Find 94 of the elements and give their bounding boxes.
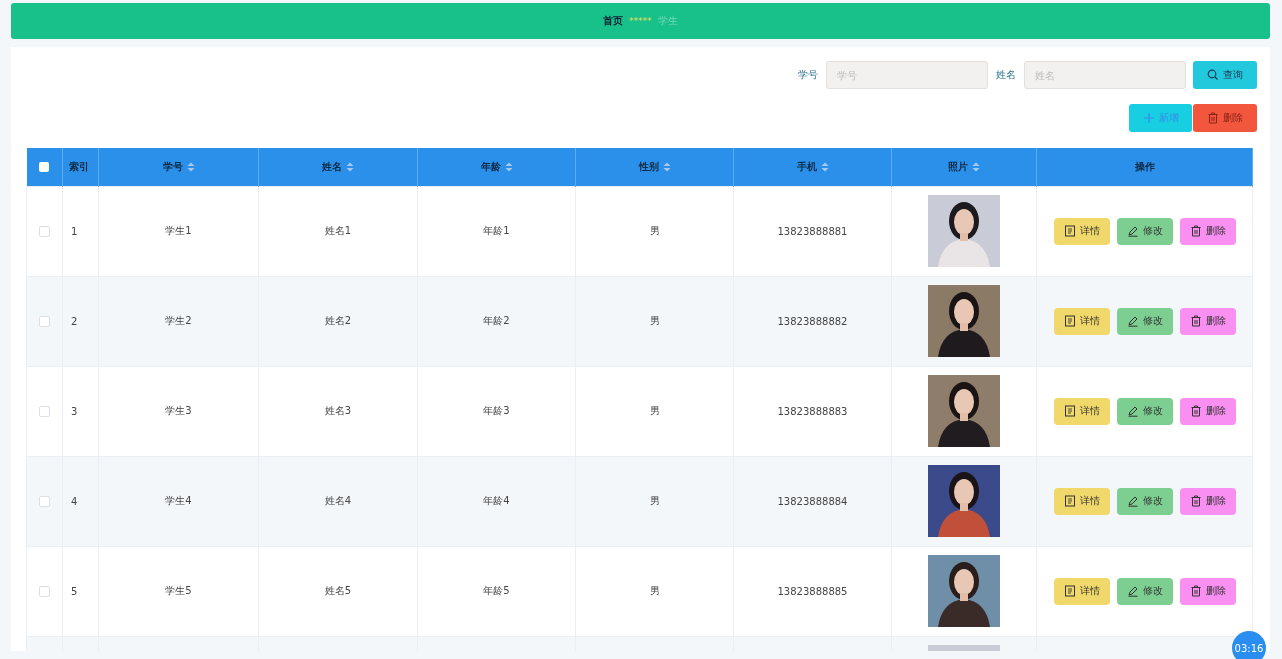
table-cell: 姓名2 bbox=[324, 315, 352, 326]
edit-button[interactable]: 修改 bbox=[1116, 577, 1173, 605]
table-cell: 男 bbox=[649, 495, 660, 506]
detail-button[interactable]: 详情 bbox=[1053, 397, 1110, 425]
edit-button[interactable]: 修改 bbox=[1116, 307, 1173, 335]
table-cell: 男 bbox=[649, 225, 660, 236]
checkbox[interactable] bbox=[39, 585, 50, 597]
column-header: 照片 bbox=[948, 160, 968, 172]
header-cell[interactable]: 年龄 bbox=[417, 148, 576, 186]
detail-button[interactable]: 详情 bbox=[1053, 487, 1110, 515]
column-header: 操作 bbox=[1134, 160, 1155, 172]
table-cell: 学生5 bbox=[165, 585, 192, 596]
table-cell: 年龄2 bbox=[483, 315, 510, 326]
field-label: 学号 bbox=[798, 68, 818, 82]
pencil-icon bbox=[1126, 585, 1139, 597]
document-icon bbox=[1063, 315, 1076, 327]
document-icon bbox=[1063, 405, 1076, 417]
checkbox[interactable] bbox=[39, 162, 50, 173]
document-icon bbox=[1063, 585, 1076, 597]
header-cell[interactable]: 学号 bbox=[98, 148, 259, 186]
table-cell: 男 bbox=[649, 585, 660, 596]
delete-button[interactable]: 删除 bbox=[1179, 577, 1236, 605]
edit-button[interactable]: 修改 bbox=[1116, 217, 1173, 245]
table-cell: 13823888884 bbox=[777, 495, 848, 507]
checkbox[interactable] bbox=[39, 405, 50, 417]
table-cell: 13823888882 bbox=[777, 315, 848, 327]
header-cell[interactable]: 姓名 bbox=[258, 148, 418, 186]
table-cell: 2 bbox=[71, 315, 78, 327]
search-icon bbox=[1207, 69, 1219, 81]
table-cell: 13823888881 bbox=[777, 225, 848, 237]
trash-icon bbox=[1207, 112, 1219, 124]
table-cell: 年龄4 bbox=[483, 495, 510, 506]
column-header: 年龄 bbox=[480, 160, 501, 172]
table-cell: 1 bbox=[71, 225, 78, 237]
table-cell: 姓名3 bbox=[324, 405, 352, 416]
checkbox[interactable] bbox=[39, 315, 50, 327]
detail-button[interactable]: 详情 bbox=[1053, 307, 1110, 335]
table-cell: 姓名1 bbox=[324, 225, 352, 236]
sort-icon bbox=[820, 161, 829, 172]
field-label: 姓名 bbox=[996, 68, 1016, 82]
table-cell: 5 bbox=[71, 585, 78, 597]
plus-icon bbox=[1142, 112, 1155, 124]
detail-button[interactable]: 详情 bbox=[1053, 217, 1110, 245]
column-header: 学号 bbox=[162, 160, 183, 172]
pencil-icon bbox=[1126, 315, 1139, 327]
table-cell: 姓名5 bbox=[324, 585, 352, 596]
trash-icon bbox=[1189, 585, 1202, 597]
delete-button[interactable]: 删除 bbox=[1179, 397, 1236, 425]
header-cell[interactable]: 手机 bbox=[733, 148, 892, 186]
header-cell[interactable]: 照片 bbox=[891, 148, 1037, 186]
pencil-icon bbox=[1126, 405, 1139, 417]
table-cell: 学生3 bbox=[165, 405, 192, 416]
table-cell: 年龄5 bbox=[483, 585, 510, 596]
table-cell: 年龄1 bbox=[483, 225, 510, 236]
edit-button[interactable]: 修改 bbox=[1116, 397, 1173, 425]
sort-icon bbox=[186, 161, 195, 172]
pencil-icon bbox=[1126, 495, 1139, 507]
trash-icon bbox=[1189, 315, 1202, 327]
trash-icon bbox=[1189, 405, 1202, 417]
table-cell: 3 bbox=[71, 405, 78, 417]
sort-icon bbox=[662, 161, 671, 172]
breadcrumb-item: 首页 bbox=[603, 14, 624, 28]
document-icon bbox=[1063, 495, 1076, 507]
sort-icon bbox=[972, 161, 980, 172]
pencil-icon bbox=[1126, 225, 1139, 237]
column-header: 性别 bbox=[638, 160, 659, 172]
delete-button[interactable]: 删除 bbox=[1179, 487, 1236, 515]
column-header: 索引 bbox=[69, 160, 89, 172]
table-cell: 男 bbox=[649, 405, 660, 416]
search-button[interactable]: 查询 bbox=[1193, 61, 1257, 89]
detail-button[interactable]: 详情 bbox=[1053, 577, 1110, 605]
table-cell: 4 bbox=[71, 495, 78, 507]
column-header: 手机 bbox=[796, 160, 817, 172]
table-cell: 13823888883 bbox=[777, 405, 848, 417]
table-cell: 年龄3 bbox=[483, 405, 510, 416]
delete-button[interactable]: 删除 bbox=[1179, 217, 1236, 245]
table-cell: 学生2 bbox=[165, 315, 192, 326]
sort-icon bbox=[504, 161, 513, 172]
trash-icon bbox=[1189, 225, 1202, 237]
table-cell: 13823888885 bbox=[777, 585, 848, 597]
table-cell: 姓名4 bbox=[324, 495, 352, 506]
checkbox[interactable] bbox=[39, 495, 50, 507]
table-cell: 男 bbox=[649, 315, 660, 326]
delete-button[interactable]: 删除 bbox=[1179, 307, 1236, 335]
document-icon bbox=[1063, 225, 1076, 237]
header-cell[interactable]: 性别 bbox=[575, 148, 734, 186]
table-cell: 学生1 bbox=[165, 225, 192, 236]
sort-icon bbox=[346, 161, 354, 172]
breadcrumb-separator: ***** bbox=[629, 16, 652, 26]
checkbox[interactable] bbox=[39, 225, 50, 237]
edit-button[interactable]: 修改 bbox=[1116, 487, 1173, 515]
column-header: 姓名 bbox=[322, 160, 342, 172]
trash-icon bbox=[1189, 495, 1202, 507]
table-cell: 学生4 bbox=[165, 495, 192, 506]
